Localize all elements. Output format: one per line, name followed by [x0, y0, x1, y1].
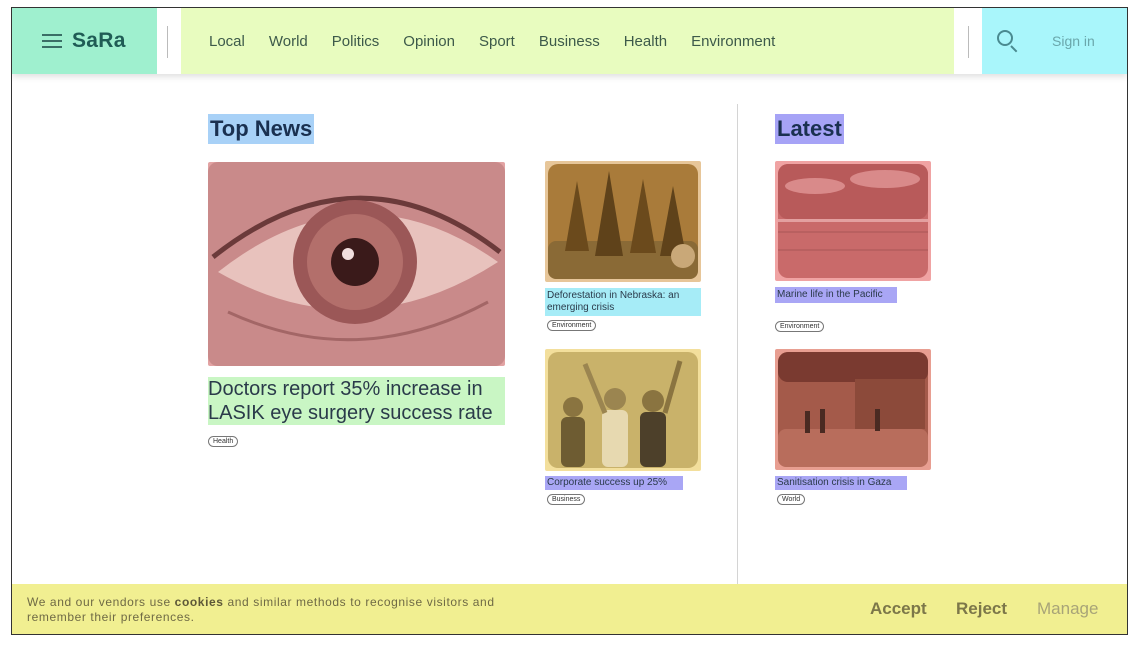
sign-in-link[interactable]: Sign in — [1052, 33, 1095, 49]
side-story-1-image[interactable] — [545, 161, 701, 282]
cookie-notice-text: We and our vendors use cookies and simil… — [27, 595, 557, 625]
main-content: Top News Latest Doctors report 35% incre… — [12, 74, 1127, 584]
search-icon[interactable] — [996, 29, 1020, 53]
nav-link-environment[interactable]: Environment — [691, 33, 775, 50]
cookie-keyword: cookies — [174, 595, 224, 609]
column-divider — [737, 104, 738, 584]
side-story-2-headline[interactable]: Corporate success up 25% — [545, 476, 683, 490]
header-divider — [968, 26, 969, 58]
cookie-text-part: We and our vendors use — [27, 595, 175, 609]
top-news-heading: Top News — [208, 114, 315, 144]
header-divider — [167, 26, 168, 58]
side-story-2-tag[interactable]: Business — [547, 494, 586, 505]
nav-link-health[interactable]: Health — [624, 33, 667, 50]
accept-cookies-button[interactable]: Accept — [870, 599, 927, 619]
side-story-1-tag[interactable]: Environment — [547, 320, 597, 331]
top-story-tag[interactable]: Health — [208, 436, 239, 447]
hamburger-menu-icon[interactable] — [42, 34, 62, 48]
side-story-2-image[interactable] — [545, 349, 701, 471]
eye-image — [208, 162, 505, 366]
nav-link-opinion[interactable]: Opinion — [403, 33, 455, 50]
latest-story-2-headline[interactable]: Sanitisation crisis in Gaza — [775, 476, 907, 490]
browser-viewport: SaRa Local World Politics Opinion Sport … — [11, 7, 1128, 635]
latest-story-1-image[interactable] — [775, 161, 931, 281]
header-tools: Sign in — [982, 8, 1127, 74]
main-navigation: Local World Politics Opinion Sport Busin… — [181, 8, 954, 74]
celebration-image — [548, 352, 698, 468]
forest-image — [548, 164, 698, 279]
latest-story-2-tag[interactable]: World — [777, 494, 806, 505]
brand-area: SaRa — [12, 8, 157, 74]
nav-link-world[interactable]: World — [269, 33, 308, 50]
nav-link-local[interactable]: Local — [209, 33, 245, 50]
top-story-headline[interactable]: Doctors report 35% increase in LASIK eye… — [208, 377, 505, 425]
side-story-1-headline[interactable]: Deforestation in Nebraska: an emerging c… — [545, 288, 701, 316]
latest-story-2-image[interactable] — [775, 349, 931, 470]
manage-cookies-button[interactable]: Manage — [1037, 599, 1098, 619]
nav-link-politics[interactable]: Politics — [332, 33, 380, 50]
site-logo[interactable]: SaRa — [72, 29, 126, 53]
street-scene-image — [778, 352, 928, 467]
site-header: SaRa Local World Politics Opinion Sport … — [12, 8, 1127, 74]
latest-story-1-tag[interactable]: Environment — [775, 321, 825, 332]
latest-heading: Latest — [775, 114, 844, 144]
nav-link-business[interactable]: Business — [539, 33, 600, 50]
top-story-image[interactable] — [208, 162, 505, 366]
cookie-banner: We and our vendors use cookies and simil… — [12, 584, 1127, 634]
latest-story-1-headline[interactable]: Marine life in the Pacific — [775, 287, 897, 303]
ocean-image — [778, 164, 928, 278]
nav-link-sport[interactable]: Sport — [479, 33, 515, 50]
reject-cookies-button[interactable]: Reject — [956, 599, 1007, 619]
